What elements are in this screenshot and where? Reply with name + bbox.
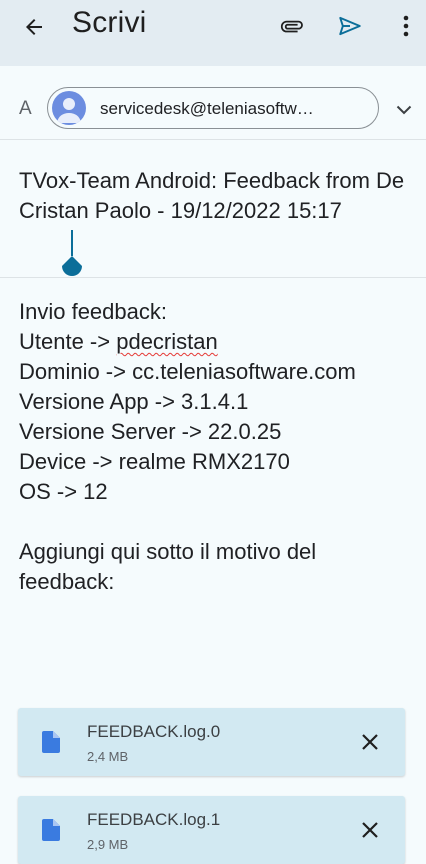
attachment-size: 2,9 MB (87, 837, 129, 852)
file-icon (42, 819, 60, 841)
file-icon (42, 731, 60, 753)
person-icon (57, 98, 81, 123)
to-label: A (19, 98, 32, 119)
chevron-down-icon (396, 105, 412, 115)
attach-button[interactable] (276, 12, 308, 40)
close-icon (362, 822, 378, 838)
more-options-button[interactable] (396, 12, 416, 40)
recipient-row: A servicedesk@teleniasoftw… (0, 78, 426, 140)
attachment-card[interactable]: FEEDBACK.log.0 2,4 MB (18, 708, 405, 776)
misspelled-word: pdecristan (116, 329, 218, 354)
attachment-size: 2,4 MB (87, 749, 129, 764)
body-line (19, 507, 419, 537)
body-line: Invio feedback: (19, 299, 167, 324)
divider (0, 277, 426, 278)
remove-attachment-button[interactable] (358, 730, 382, 754)
recipient-email: servicedesk@teleniasoftw… (100, 99, 314, 118)
body-line: Dominio -> cc.teleniasoftware.com (19, 359, 356, 384)
back-button[interactable] (20, 13, 48, 41)
utente-prefix: Utente -> (19, 329, 117, 354)
more-vertical-icon (403, 15, 409, 37)
send-button[interactable] (334, 12, 366, 40)
expand-recipients-button[interactable] (394, 102, 414, 118)
body-line: feedback: (19, 569, 115, 594)
body-line: Versione Server -> 22.0.25 (19, 419, 282, 444)
message-body[interactable]: Invio feedback: Utente -> pdecristan Dom… (19, 297, 419, 597)
remove-attachment-button[interactable] (358, 818, 382, 842)
subject-field[interactable]: TVox-Team Android: Feedback from De Cris… (19, 166, 419, 226)
body-line-utente: Utente -> pdecristan (19, 327, 419, 357)
body-line: OS -> 12 (19, 479, 108, 504)
arrow-left-icon (26, 19, 42, 35)
body-line: Versione App -> 3.1.4.1 (19, 389, 249, 414)
paperclip-icon (280, 20, 303, 33)
text-cursor-handle[interactable] (61, 230, 83, 284)
send-icon (339, 16, 361, 36)
body-line: Aggiungi qui sotto il motivo del (19, 539, 317, 564)
avatar (52, 91, 86, 125)
page-title: Scrivi (72, 6, 147, 39)
app-bar: Scrivi (0, 0, 426, 66)
attachment-card[interactable]: FEEDBACK.log.1 2,9 MB (18, 796, 405, 864)
close-icon (362, 734, 378, 750)
recipient-chip[interactable]: servicedesk@teleniasoftw… (47, 87, 379, 129)
attachment-name: FEEDBACK.log.1 (87, 810, 221, 829)
body-line: Device -> realme RMX2170 (19, 449, 290, 474)
attachment-name: FEEDBACK.log.0 (87, 722, 221, 741)
